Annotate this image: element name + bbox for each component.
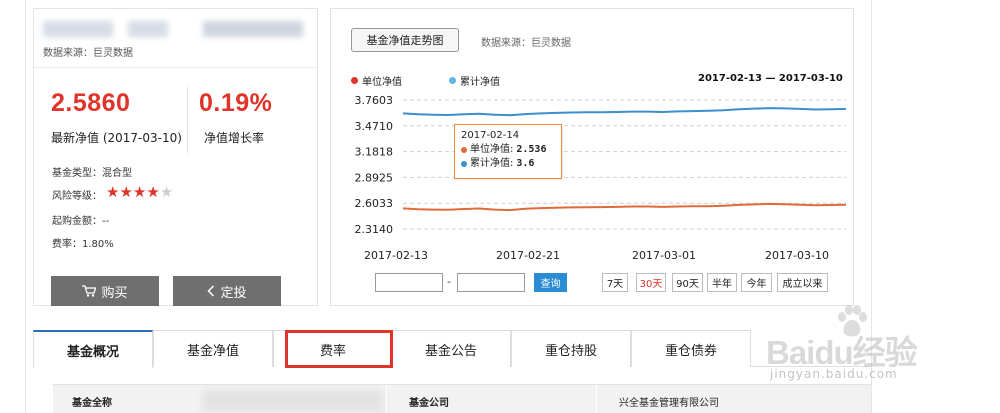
star-icon: ★ xyxy=(146,183,160,201)
table-row: 基金全称 基金公司 兴全基金管理有限公司 xyxy=(53,384,871,413)
chart-tooltip: 2017-02-14 单位净值: 2.536 累计净值: 3.6 xyxy=(454,124,562,179)
tooltip-acc-row: 累计净值: 3.6 xyxy=(461,157,555,171)
unit-nav-line xyxy=(402,202,847,212)
range-since-inception-button[interactable]: 成立以来 xyxy=(777,273,828,292)
star-icon: ★ xyxy=(132,183,147,201)
tooltip-dot-icon xyxy=(461,147,467,153)
end-date-input[interactable] xyxy=(457,273,525,292)
fund-detail-page: 数据来源：巨灵数据 2.5860 0.19% 最新净值 (2017-03-10)… xyxy=(0,0,1000,413)
range-30d-button[interactable]: 30天 xyxy=(636,273,666,292)
tooltip-unit-row: 单位净值: 2.536 xyxy=(461,143,555,157)
x-tick-label: 2017-02-13 xyxy=(364,249,428,262)
query-button[interactable]: 查询 xyxy=(534,273,567,292)
star-icon: ★ xyxy=(106,183,120,201)
fund-full-name-label: 基金全称 xyxy=(72,398,112,409)
fund-type-label: 基金类型： xyxy=(52,168,102,179)
star-icon: ★ xyxy=(119,183,133,201)
nav-line-chart: 3.7603 3.4710 3.1818 2.8925 2.6033 2.3140 2017… xyxy=(355,94,847,262)
growth-rate-caption: 净值增长率 xyxy=(204,131,265,145)
y-tick-label: 3.1818 xyxy=(355,146,394,159)
fee-row: 费率：1.80% xyxy=(52,235,114,250)
y-tick-label: 2.6033 xyxy=(355,197,394,210)
chevron-left-icon xyxy=(207,285,215,297)
cell-divider xyxy=(596,385,597,413)
fund-company-label: 基金公司 xyxy=(409,398,449,409)
fund-type-value: 混合型 xyxy=(102,168,132,179)
tab-nav[interactable]: 基金净值 xyxy=(153,330,273,367)
left-data-source: 数据来源：巨灵数据 xyxy=(43,48,133,59)
range-ytd-button[interactable]: 今年 xyxy=(741,273,772,292)
tab-overview[interactable]: 基金概况 xyxy=(33,330,153,368)
growth-rate-value: 0.19% xyxy=(199,89,273,117)
y-tick-label: 3.4710 xyxy=(355,120,394,133)
x-tick-label: 2017-03-10 xyxy=(765,249,829,262)
fund-summary-panel: 数据来源：巨灵数据 2.5860 0.19% 最新净值 (2017-03-10)… xyxy=(33,8,318,306)
tooltip-acc-value: 3.6 xyxy=(516,158,535,169)
tooltip-acc-label: 累计净值: xyxy=(470,158,514,169)
y-tick-label: 2.3140 xyxy=(355,223,394,236)
y-tick-label: 3.7603 xyxy=(355,94,394,107)
header-divider xyxy=(34,67,317,68)
tab-top-bonds[interactable]: 重仓债券 xyxy=(631,330,751,367)
min-purchase-row: 起购金额：-- xyxy=(52,212,109,227)
fee-value: 1.80% xyxy=(82,239,114,250)
fund-company-value: 兴全基金管理有限公司 xyxy=(619,398,719,409)
fees-tab-highlight xyxy=(285,330,393,368)
start-date-input[interactable] xyxy=(375,273,443,292)
invest-button[interactable]: 定投 xyxy=(173,276,281,306)
y-tick-label: 2.8925 xyxy=(355,171,394,184)
fund-full-name-redacted xyxy=(203,390,383,412)
tab-announcements[interactable]: 基金公告 xyxy=(391,330,511,367)
acc-nav-line xyxy=(402,107,847,117)
invest-label: 定投 xyxy=(220,285,247,301)
buy-button[interactable]: 购买 xyxy=(51,276,159,306)
cell-divider xyxy=(386,385,387,413)
star-empty-icon: ★ xyxy=(159,183,174,201)
range-7d-button[interactable]: 7天 xyxy=(602,273,628,292)
min-purchase-value: -- xyxy=(102,216,110,227)
fund-name-redacted xyxy=(43,17,303,43)
stat-divider xyxy=(187,87,188,153)
latest-nav-caption: 最新净值 (2017-03-10) xyxy=(51,131,182,145)
tooltip-unit-label: 单位净值: xyxy=(470,144,514,155)
buy-label: 购买 xyxy=(101,285,128,301)
fund-tabs: 基金概况 基金净值 费率 基金公告 重仓持股 重仓债券 xyxy=(33,330,871,368)
risk-level-label: 风险等级： xyxy=(52,191,102,202)
date-dash: - xyxy=(447,275,451,288)
risk-rating-stars: ★★★★★ xyxy=(106,185,173,200)
tab-top-holdings[interactable]: 重仓持股 xyxy=(511,330,631,367)
tooltip-date: 2017-02-14 xyxy=(461,130,520,141)
fee-label: 费率： xyxy=(52,239,82,250)
watermark-url: jingyan.baidu.com xyxy=(770,367,898,381)
cart-icon xyxy=(82,285,97,297)
latest-nav-value: 2.5860 xyxy=(51,89,131,117)
frame-left-border xyxy=(25,0,26,413)
min-purchase-label: 起购金额： xyxy=(52,216,102,227)
x-tick-label: 2017-02-21 xyxy=(496,249,560,262)
baidu-jingyan-watermark: Baidu经验 jingyan.baidu.com xyxy=(760,300,1000,413)
fund-type-row: 基金类型：混合型 xyxy=(52,164,132,179)
tooltip-dot-icon xyxy=(461,161,467,167)
nav-chart-panel: 基金净值走势图 数据来源：巨灵数据 单位净值 累计净值 2017-02-13 —… xyxy=(330,8,854,306)
tooltip-unit-value: 2.536 xyxy=(516,144,547,155)
range-90d-button[interactable]: 90天 xyxy=(672,273,703,292)
range-half-year-button[interactable]: 半年 xyxy=(707,273,737,292)
x-tick-label: 2017-03-01 xyxy=(632,249,696,262)
